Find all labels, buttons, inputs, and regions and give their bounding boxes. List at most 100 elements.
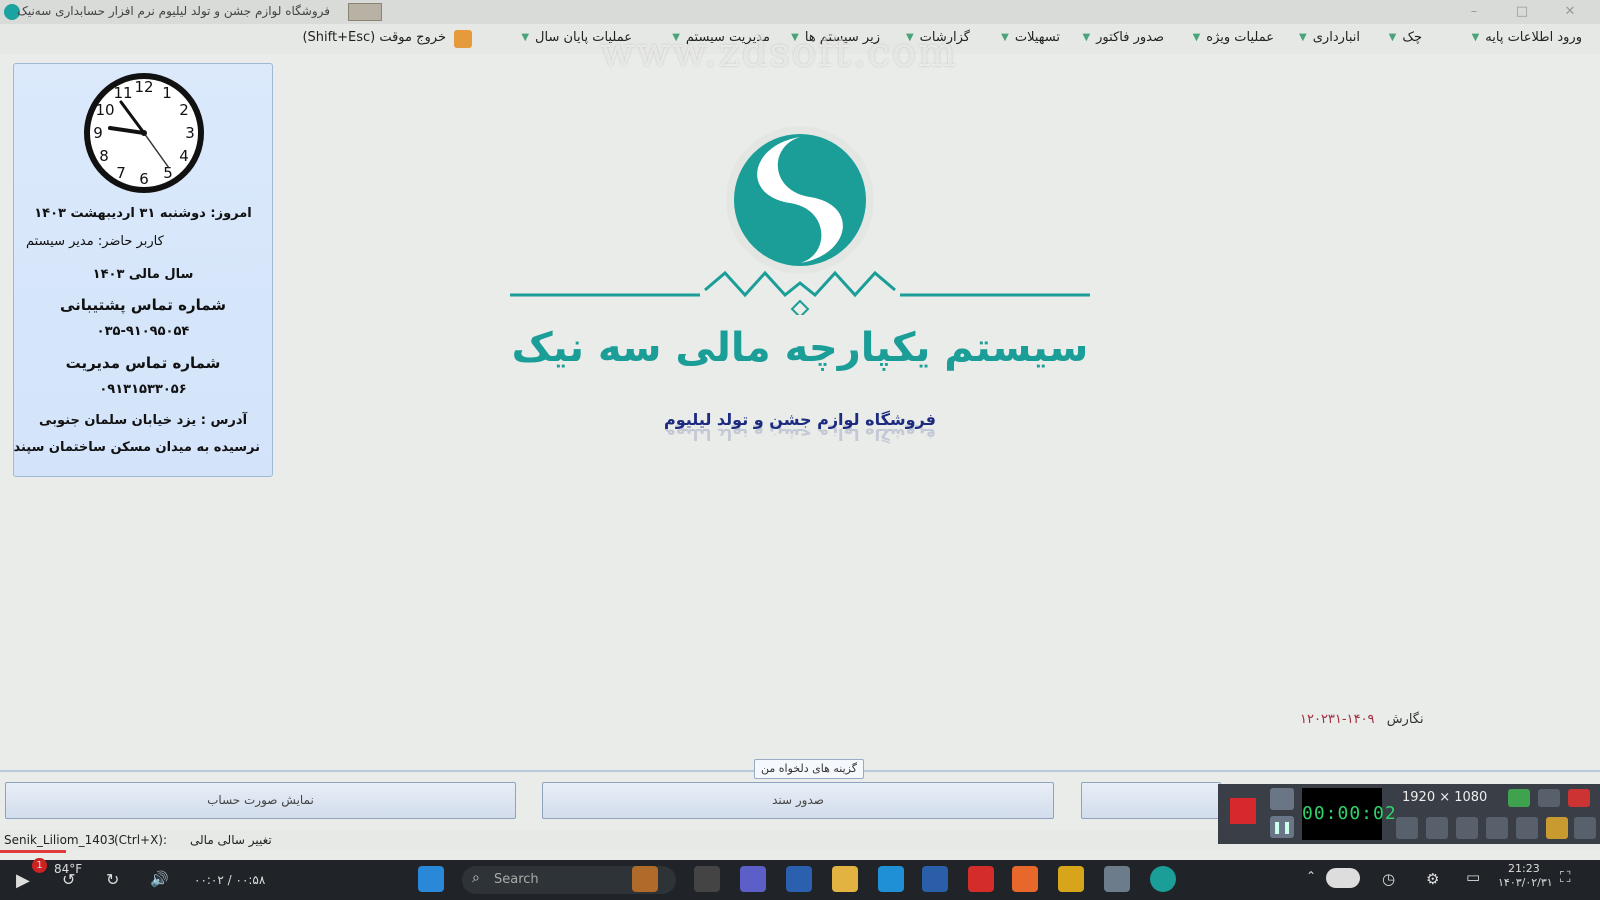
issue-document-button[interactable]: صدور سند [542, 782, 1054, 819]
svg-text:4: 4 [179, 147, 189, 165]
autoplay-toggle[interactable] [1326, 868, 1360, 888]
menu-invoice[interactable]: صدور فاکتور ▼ [1082, 30, 1164, 45]
theater-icon[interactable]: ▭ [1466, 868, 1480, 886]
expand-icon[interactable] [1508, 789, 1530, 807]
minimize-button[interactable]: – [1460, 2, 1488, 22]
menu-system-management[interactable]: مدیریت سیستم ▼ [672, 30, 770, 45]
show-statement-button[interactable]: نمایش صورت حساب [5, 782, 516, 819]
fiscal-year: سال مالی ۱۴۰۳ [92, 267, 194, 282]
settings-icon[interactable]: ⚙ [1426, 870, 1439, 888]
word-icon[interactable] [786, 866, 812, 892]
change-year-link[interactable]: تغییر سالی مالی [190, 833, 272, 847]
webcam-icon[interactable] [1456, 817, 1478, 839]
speed-icon[interactable]: ◷ [1382, 870, 1395, 888]
pen-icon[interactable] [1516, 817, 1538, 839]
svg-text:3: 3 [185, 124, 195, 142]
windows-start-icon[interactable] [418, 866, 444, 892]
record-stop-button[interactable] [1230, 798, 1256, 824]
folder-icon[interactable] [1546, 817, 1568, 839]
version-info: نگارش ۱۴۰۹-۱۲۰۲۳۱ [1300, 712, 1424, 727]
svg-text:11: 11 [113, 84, 132, 102]
close-button[interactable]: ✕ [1556, 2, 1584, 22]
management-label: شماره تماس مدیریت [65, 354, 221, 372]
app-icon[interactable] [1058, 866, 1084, 892]
forward-icon[interactable]: ↻ [106, 870, 119, 889]
menu-year-end[interactable]: عملیات پایان سال ▼ [521, 30, 632, 45]
chevron-down-icon: ▼ [1192, 32, 1201, 43]
tray-chevron-icon[interactable]: ⌃ [1306, 869, 1316, 883]
widget-icon[interactable] [632, 866, 658, 892]
menu-bar: ورود اطلاعات پایه ▼ چک ▼ انبارداری ▼ عملیات… [0, 24, 1600, 54]
media-time: ۰۰:۰۲ / ۰۰:۵۸ [194, 873, 266, 887]
menu-cheque[interactable]: چک ▼ [1389, 30, 1422, 45]
menu-temp-exit[interactable]: خروج موقت (Shift+Esc) [302, 30, 446, 45]
title-bar: فروشگاه لوازم جشن و تولد لیلیوم نرم افزا… [0, 0, 1600, 24]
record-resolution: 1920 × 1080 [1402, 790, 1488, 805]
menu-reports[interactable]: گزارشات ▼ [906, 30, 970, 45]
chevron-down-icon: ▼ [1001, 32, 1009, 43]
close-icon[interactable] [1568, 789, 1590, 807]
play-icon[interactable]: ▶ [16, 870, 30, 891]
notification-badge: 1 [32, 858, 47, 873]
chevron-down-icon: ▼ [791, 32, 799, 43]
speaker-icon[interactable] [1396, 817, 1418, 839]
search-placeholder: Search [494, 872, 539, 887]
replay-icon[interactable]: ↺ [62, 870, 75, 889]
cursor-icon[interactable] [1486, 817, 1508, 839]
file-explorer-icon[interactable] [832, 866, 858, 892]
address-line-1: آدرس : یزد خیابان سلمان جنوبی [38, 413, 248, 428]
edge-icon[interactable] [878, 866, 904, 892]
svg-text:9: 9 [93, 124, 103, 142]
store-icon[interactable] [922, 866, 948, 892]
keyboard-icon[interactable] [348, 3, 382, 21]
search-icon: ⌕ [472, 870, 480, 886]
maximize-button[interactable]: □ [1508, 2, 1536, 22]
menu-subsystems[interactable]: زیر سیستم ها ▼ [791, 30, 880, 45]
favorites-label: گزینه های دلخواه من [754, 759, 864, 779]
task-view-icon[interactable] [694, 866, 720, 892]
tray-clock-time: 21:23 [1508, 862, 1540, 875]
window-title: فروشگاه لوازم جشن و تولد لیلیوم نرم افزا… [17, 4, 330, 18]
svg-text:8: 8 [99, 147, 109, 165]
chevron-down-icon: ▼ [905, 32, 914, 43]
company-name-reflection: فروشگاه لوازم جشن و تولد لیلیوم [664, 425, 936, 444]
svg-text:10: 10 [95, 101, 114, 119]
playback-progress[interactable] [0, 850, 66, 853]
exit-icon[interactable] [454, 30, 472, 48]
menu-base-data[interactable]: ورود اطلاعات پایه ▼ [1472, 30, 1582, 45]
minimize-icon[interactable] [1538, 789, 1560, 807]
address-line-2: نرسیده به میدان مسکن ساختمان سپند [13, 440, 260, 455]
microphone-icon[interactable] [1426, 817, 1448, 839]
version-label: نگارش [1386, 712, 1424, 727]
tray-clock-date: ۱۴۰۳/۰۲/۳۱ [1498, 876, 1553, 889]
teams-icon[interactable] [740, 866, 766, 892]
favorite-empty-button[interactable] [1081, 782, 1221, 819]
pause-button[interactable]: ❚❚ [1270, 816, 1294, 838]
gear-icon[interactable] [1574, 817, 1596, 839]
firefox-icon[interactable] [1012, 866, 1038, 892]
camera-icon[interactable] [1270, 788, 1294, 810]
menu-warehouse[interactable]: انبارداری ▼ [1299, 30, 1360, 45]
crm-icon[interactable] [1104, 866, 1130, 892]
svg-text:7: 7 [116, 164, 126, 182]
brand-logo-area: سیستم یکپارچه مالی سه نیک فروشگاه لوازم … [500, 125, 1100, 455]
menu-facilities[interactable]: تسهیلات ▼ [1001, 30, 1060, 45]
chevron-down-icon: ▼ [1082, 32, 1091, 43]
senik-logo-icon [510, 126, 1090, 315]
menu-special-ops[interactable]: عملیات ویژه ▼ [1193, 30, 1274, 45]
change-year-shortcut: (Ctrl+X): [114, 833, 168, 847]
senik-app-icon[interactable] [1150, 866, 1176, 892]
support-number: ۰۳۵-۹۱۰۹۵۰۵۴ [96, 324, 190, 339]
management-number: ۰۹۱۳۱۵۳۳۰۵۶ [99, 382, 187, 397]
screen-recorder: ❚❚ 00:00:02 1920 × 1080 [1218, 784, 1600, 844]
anydesk-icon[interactable] [968, 866, 994, 892]
analog-clock-icon: 12 12 345 678 91011 [84, 73, 204, 193]
brand-title: سیستم یکپارچه مالی سه نیک [511, 325, 1090, 371]
chevron-down-icon: ▼ [672, 32, 680, 43]
support-label: شماره تماس پشتیبانی [59, 296, 227, 314]
chevron-down-icon: ▼ [1388, 32, 1397, 43]
database-name: Senik_Liliom_1403 [4, 833, 116, 847]
fullscreen-icon[interactable]: ⛶ [1560, 868, 1571, 886]
volume-icon[interactable]: 🔊 [150, 870, 169, 888]
info-panel: 12 1 2 345 678 9 10 11 امروز: دوشنبه ۳۱ اردی… [13, 63, 273, 477]
